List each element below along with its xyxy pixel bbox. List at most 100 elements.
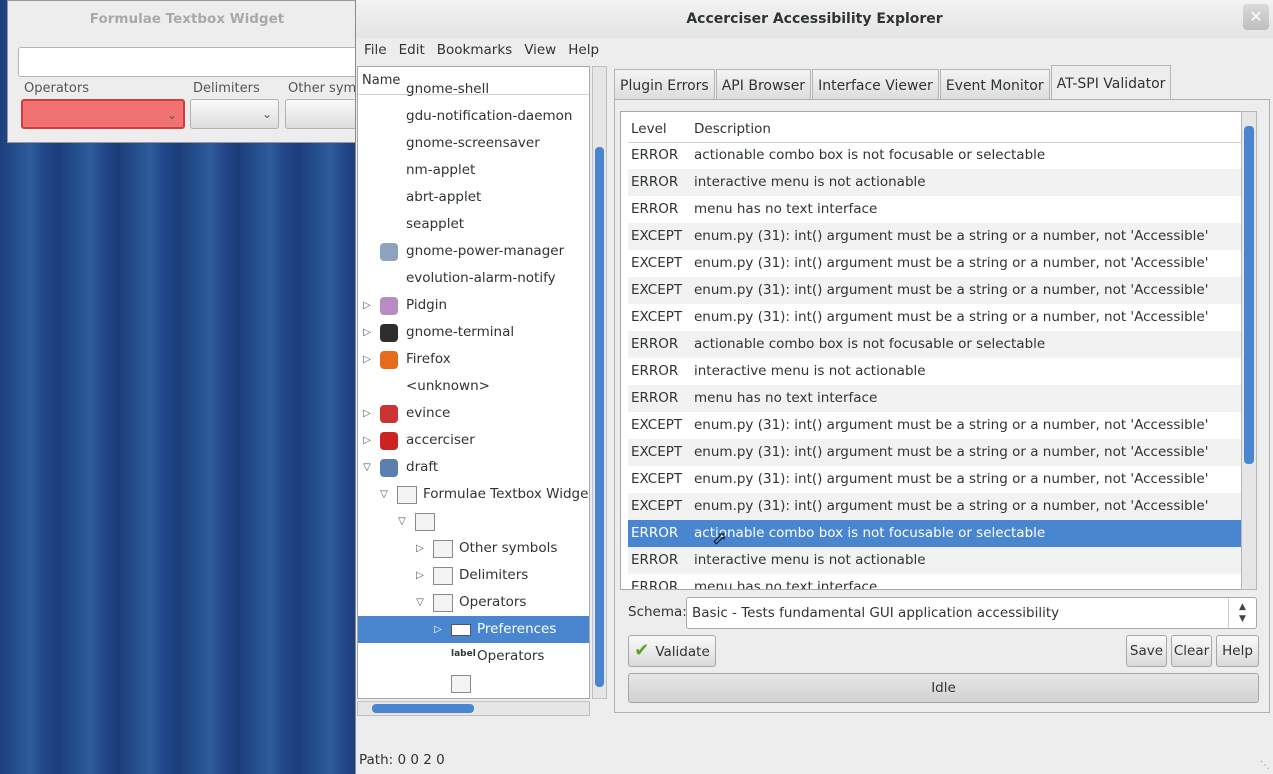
result-level: EXCEPT [631, 444, 683, 460]
expander-closed-icon[interactable]: ▷ [361, 346, 373, 373]
tree-row-label: Operators [459, 594, 527, 610]
menu-view[interactable]: View [518, 38, 562, 64]
expander-closed-icon[interactable]: ▷ [361, 319, 373, 346]
result-row[interactable]: ERROR menu has no text interface [628, 574, 1242, 589]
tree-row[interactable]: ▷ Other symbols [358, 535, 589, 562]
column-description[interactable]: Description [694, 121, 771, 137]
tree-row[interactable]: ▷ gnome-terminal [358, 319, 589, 346]
result-row[interactable]: ERROR interactive menu is not actionable [628, 169, 1242, 196]
accessible-tree[interactable]: Name gnome-shell gdu-notification-daemon g… [357, 66, 590, 699]
menu-help[interactable]: Help [562, 38, 605, 64]
tree-row[interactable]: gnome-screensaver [358, 130, 589, 157]
menu-bookmarks[interactable]: Bookmarks [431, 38, 518, 64]
tree-vertical-scrollbar[interactable] [592, 66, 607, 699]
clear-button[interactable]: Clear [1171, 635, 1212, 667]
validator-results-list[interactable]: Level Description ERROR actionable combo … [620, 111, 1245, 590]
background-window[interactable]: Formulae Textbox Widget Operators Delimi… [7, 0, 368, 143]
tab-event-monitor[interactable]: Event Monitor [939, 69, 1050, 100]
tree-row[interactable]: seapplet [358, 211, 589, 238]
tab-interface-viewer[interactable]: Interface Viewer [812, 69, 939, 100]
tree-row-label: abrt-applet [406, 189, 482, 205]
result-description: actionable combo box is not focusable or… [694, 525, 1046, 541]
menu-file[interactable]: File [358, 38, 393, 64]
tree-row[interactable]: ▽ draft [358, 454, 589, 481]
tree-row[interactable] [358, 670, 589, 697]
results-vertical-scrollbar[interactable] [1241, 111, 1257, 590]
background-window-title: Formulae Textbox Widget [89, 11, 285, 27]
other-symbols-combo[interactable] [285, 99, 365, 129]
tree-row-label: draft [406, 459, 439, 475]
operators-combo[interactable]: ⌄ [21, 99, 185, 129]
tree-scroll-thumb[interactable] [595, 147, 604, 687]
expander-open-icon[interactable]: ▽ [396, 508, 408, 535]
expander-closed-icon[interactable]: ▷ [361, 292, 373, 319]
expander-closed-icon[interactable]: ▷ [432, 616, 444, 643]
result-row[interactable]: EXCEPT enum.py (31): int() argument must … [628, 304, 1242, 331]
tab-at-spi-validator[interactable]: AT-SPI Validator [1050, 65, 1172, 100]
result-row[interactable]: EXCEPT enum.py (31): int() argument must … [628, 223, 1242, 250]
validate-button[interactable]: ✔ Validate [628, 635, 716, 667]
tree-row[interactable]: gnome-power-manager [358, 238, 589, 265]
result-row[interactable]: EXCEPT enum.py (31): int() argument must … [628, 466, 1242, 493]
tree-row[interactable]: ▷ Preferences [358, 616, 589, 643]
tab-api-browser[interactable]: API Browser [715, 69, 812, 100]
tree-row[interactable]: gnome-shell [358, 76, 589, 103]
delimiters-combo[interactable]: ⌄ [190, 99, 279, 129]
tree-row[interactable]: ▷ accerciser [358, 427, 589, 454]
result-row[interactable]: ERROR interactive menu is not actionable [628, 358, 1242, 385]
result-row[interactable]: EXCEPT enum.py (31): int() argument must … [628, 439, 1242, 466]
expander-open-icon[interactable]: ▽ [361, 454, 373, 481]
tree-row[interactable]: label Operators [358, 643, 589, 670]
expander-closed-icon[interactable]: ▷ [361, 400, 373, 427]
evince-icon [380, 405, 398, 423]
tree-row[interactable]: ▷ Firefox [358, 346, 589, 373]
tree-row[interactable]: <unknown> [358, 373, 589, 400]
tree-row[interactable]: ▷ evince [358, 400, 589, 427]
expander-closed-icon[interactable]: ▷ [361, 427, 373, 454]
expander-open-icon[interactable]: ▽ [414, 589, 426, 616]
expander-closed-icon[interactable]: ▷ [414, 535, 426, 562]
results-scroll-thumb[interactable] [1244, 126, 1254, 464]
tree-row[interactable]: gdu-notification-daemon [358, 103, 589, 130]
schema-select[interactable]: Basic - Tests fundamental GUI applicatio… [686, 597, 1257, 629]
tree-row[interactable]: evolution-alarm-notify [358, 265, 589, 292]
column-level[interactable]: Level [631, 121, 667, 137]
result-row[interactable]: ERROR menu has no text interface [628, 385, 1242, 412]
tree-row[interactable]: ▷ Delimiters [358, 562, 589, 589]
result-row[interactable]: EXCEPT enum.py (31): int() argument must … [628, 277, 1242, 304]
tree-row-label: Firefox [406, 351, 451, 367]
result-level: ERROR [631, 174, 679, 190]
help-button[interactable]: Help [1216, 635, 1259, 667]
close-window-button[interactable]: ✕ [1243, 4, 1269, 30]
tree-row[interactable]: ▽ Operators [358, 589, 589, 616]
menu-edit[interactable]: Edit [393, 38, 431, 64]
formula-entry[interactable] [18, 47, 368, 77]
result-row[interactable]: EXCEPT enum.py (31): int() argument must … [628, 412, 1242, 439]
tab-plugin-errors[interactable]: Plugin Errors [614, 69, 715, 100]
tree-row[interactable]: ▷ Pidgin [358, 292, 589, 319]
result-row[interactable]: ERROR actionable combo box is not focusab… [628, 331, 1242, 358]
save-button[interactable]: Save [1126, 635, 1167, 667]
result-level: ERROR [631, 525, 679, 541]
result-row[interactable]: EXCEPT enum.py (31): int() argument must … [628, 493, 1242, 520]
tree-horizontal-scrollbar[interactable] [357, 701, 590, 716]
result-row[interactable]: ERROR menu has no text interface [628, 196, 1242, 223]
chevron-down-icon: ⌄ [261, 107, 272, 121]
tree-row-label: gnome-shell [406, 81, 490, 97]
tree-row[interactable]: nm-applet [358, 157, 589, 184]
tree-row-label: Preferences [477, 621, 557, 637]
tree-row[interactable]: abrt-applet [358, 184, 589, 211]
expander-closed-icon[interactable]: ▷ [414, 562, 426, 589]
expander-open-icon[interactable]: ▽ [378, 481, 390, 508]
tree-row[interactable]: ▽ [358, 508, 589, 535]
result-description: enum.py (31): int() argument must be a s… [694, 471, 1209, 487]
panel-icon [433, 594, 453, 612]
result-row[interactable]: EXCEPT enum.py (31): int() argument must … [628, 250, 1242, 277]
resize-grip-icon[interactable]: ⋱ [1260, 760, 1270, 771]
tree-row[interactable]: ▽ Formulae Textbox Widge [358, 481, 589, 508]
tree-hscroll-thumb[interactable] [372, 704, 474, 713]
panel-icon [415, 513, 435, 531]
result-row[interactable]: ERROR actionable combo box is not focusab… [628, 142, 1242, 169]
result-row[interactable]: ERROR interactive menu is not actionable [628, 547, 1242, 574]
result-level: EXCEPT [631, 282, 683, 298]
